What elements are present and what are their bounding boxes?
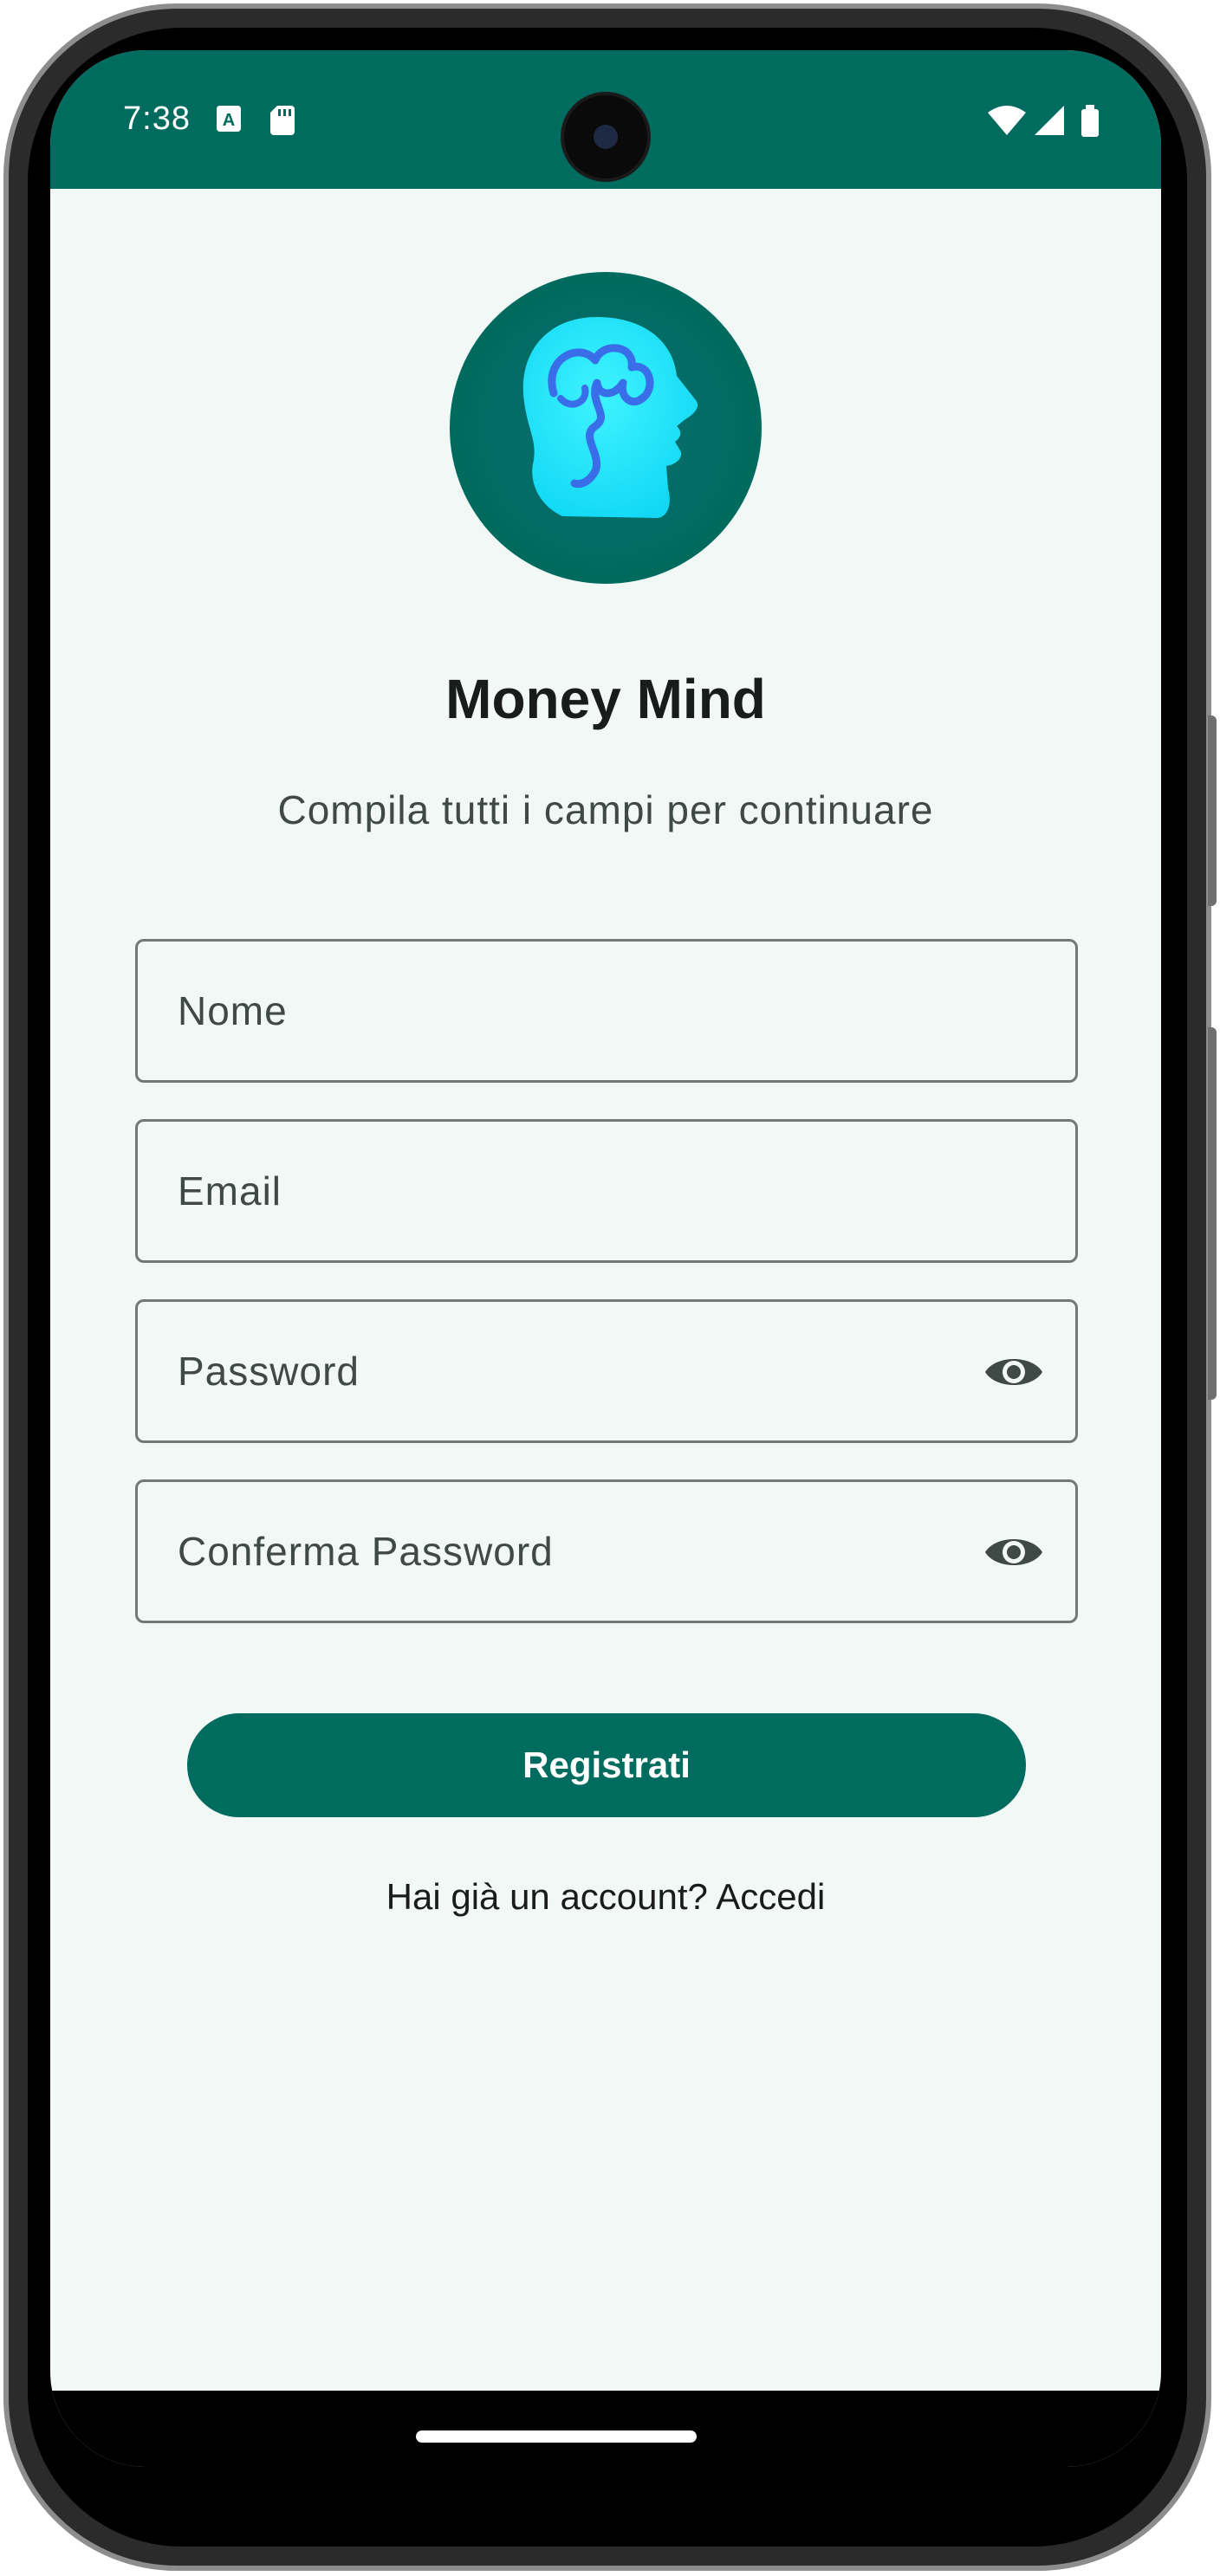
home-indicator[interactable] — [416, 2430, 697, 2443]
register-button[interactable]: Registrati — [187, 1713, 1026, 1817]
front-camera — [564, 95, 647, 178]
volume-button — [1208, 1027, 1217, 1400]
power-button — [1208, 715, 1217, 906]
eye-icon[interactable] — [983, 1526, 1044, 1578]
app-logo — [450, 272, 762, 584]
email-input[interactable] — [178, 1122, 957, 1260]
svg-text:A: A — [223, 111, 235, 130]
confirm-password-field[interactable] — [135, 1479, 1078, 1623]
status-time: 7:38 — [123, 100, 191, 137]
wifi-icon — [988, 106, 1026, 135]
signal-icon — [1035, 106, 1064, 135]
text-a-icon: A — [217, 106, 241, 132]
sd-card-icon — [270, 106, 295, 135]
form-subtitle: Compila tutti i campi per continuare — [277, 787, 934, 832]
battery-icon — [1081, 105, 1099, 137]
app-title: Money Mind — [445, 668, 766, 730]
confirm-password-input[interactable] — [178, 1482, 957, 1621]
app-screen: 7:38 A Money Mind Compila tutti i campi … — [50, 50, 1161, 2467]
login-link[interactable]: Hai già un account? Accedi — [50, 1876, 1161, 1918]
name-field[interactable] — [135, 939, 1078, 1083]
password-field[interactable] — [135, 1299, 1078, 1443]
email-field[interactable] — [135, 1119, 1078, 1263]
name-input[interactable] — [178, 942, 957, 1080]
brain-head-icon — [522, 317, 698, 518]
status-bar: 7:38 A — [50, 50, 1161, 189]
password-input[interactable] — [178, 1302, 957, 1440]
navigation-bar — [50, 2391, 1161, 2467]
status-icons-right — [988, 104, 1109, 139]
eye-icon[interactable] — [983, 1346, 1044, 1398]
